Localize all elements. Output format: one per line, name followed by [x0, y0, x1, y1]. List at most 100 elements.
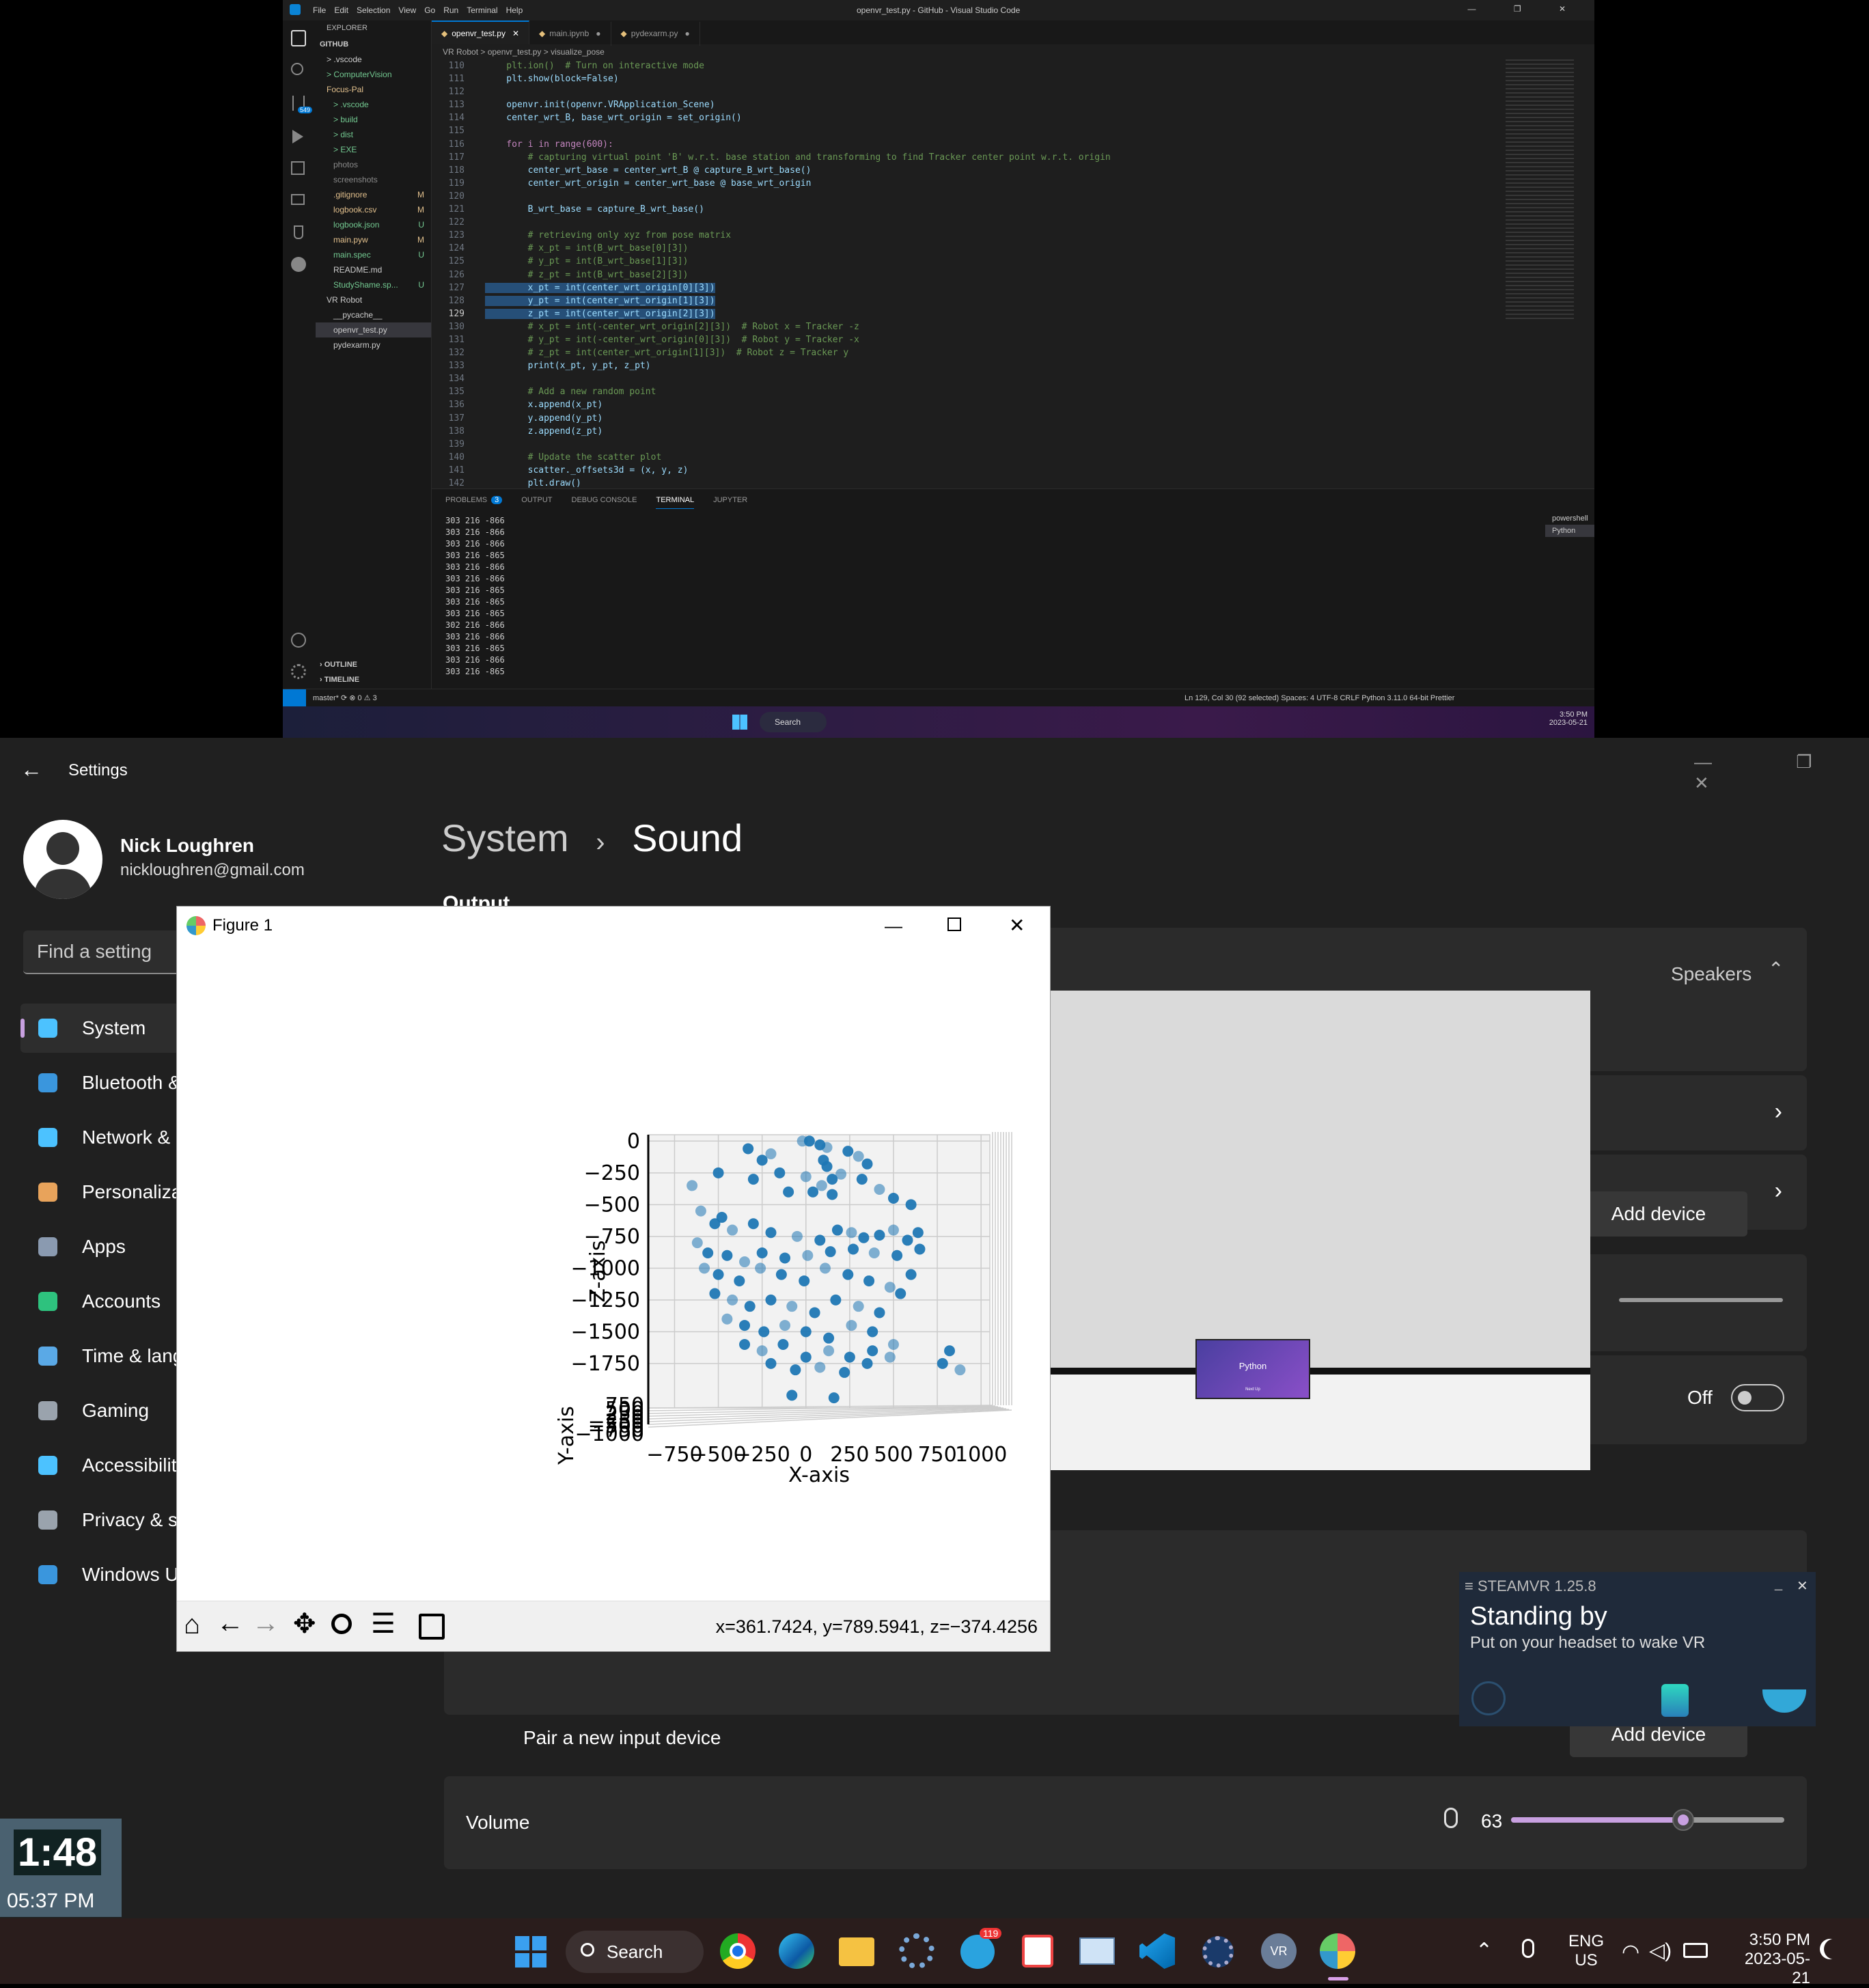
menu-item-view[interactable]: View [398, 5, 416, 15]
terminal-instance[interactable]: Python [1545, 525, 1594, 537]
panel-tab-terminal[interactable]: TERMINAL [656, 496, 695, 509]
tree-item[interactable]: photos [316, 157, 431, 172]
panel-tab-problems[interactable]: PROBLEMS [445, 496, 487, 504]
tree-item[interactable]: VR Robot [316, 292, 431, 307]
tree-item[interactable]: > dist [316, 127, 431, 142]
scatter-3d-plot[interactable]: 0−250−500−750−1000−1250−1500−1750−750−50… [177, 945, 1051, 1601]
code-editor[interactable]: 110 plt.ion() # Turn on interactive mode… [432, 59, 1497, 488]
tree-item[interactable]: main.pyw M [316, 232, 431, 247]
steamvr-minimize-icon[interactable]: _ [1775, 1576, 1782, 1592]
resource-monitor-icon[interactable] [1079, 1937, 1115, 1965]
tree-item[interactable]: > ComputerVision [316, 67, 431, 82]
start-icon[interactable] [515, 1936, 546, 1968]
close-icon[interactable]: ✕ [1009, 907, 1025, 945]
tree-item[interactable]: Focus-Pal [316, 82, 431, 97]
notification-moon-icon[interactable] [1824, 1939, 1844, 1959]
search-icon[interactable] [291, 63, 303, 75]
edge-icon[interactable] [779, 1933, 814, 1969]
menu-item-edit[interactable]: Edit [334, 5, 348, 15]
avatar[interactable] [23, 820, 102, 899]
output-volume-slider-track[interactable] [1619, 1298, 1783, 1302]
vr-dashboard-panel[interactable]: Python Next Up [1195, 1339, 1310, 1399]
python-figure-taskbar-icon[interactable] [1320, 1933, 1355, 1969]
tree-item[interactable]: GITHUB [316, 37, 431, 52]
chevron-up-icon[interactable]: ⌃ [1476, 1939, 1493, 1963]
file-explorer-icon[interactable] [839, 1937, 874, 1966]
breadcrumb-system[interactable]: System [441, 816, 569, 859]
menu-item-run[interactable]: Run [443, 5, 458, 15]
chrome-icon[interactable] [720, 1933, 756, 1969]
tray-clock[interactable]: 3:50 PM 2023-05-21 [1728, 1931, 1810, 1988]
window-controls-icon[interactable]: — ❐ ✕ [1468, 4, 1583, 14]
microphone-tray-icon[interactable] [1522, 1939, 1534, 1958]
gear-app-icon[interactable] [1202, 1936, 1234, 1968]
vscode-icon[interactable] [1139, 1933, 1175, 1969]
tree-item[interactable]: screenshots [316, 172, 431, 187]
remote-indicator-icon[interactable] [283, 689, 306, 707]
vscode-menu-bar[interactable]: File Edit Selection View Go Run Terminal Help [313, 5, 531, 15]
volume-slider-thumb[interactable] [1672, 1809, 1694, 1831]
snipping-tool-icon[interactable] [1022, 1935, 1053, 1968]
extensions-icon[interactable] [291, 161, 305, 175]
tree-item[interactable]: README.md [316, 262, 431, 277]
inner-search-box[interactable]: Search [760, 712, 827, 732]
panel-tab-output[interactable]: OUTPUT [521, 496, 552, 504]
tree-item[interactable]: logbook.json U [316, 217, 431, 232]
forward-icon[interactable]: → [252, 1608, 279, 1639]
tree-item[interactable]: > .vscode [316, 97, 431, 112]
editor-tab[interactable]: ◆ pydexarm.py ● [611, 22, 700, 46]
menu-item-help[interactable]: Help [506, 5, 523, 15]
tree-item[interactable]: __pycache__ [316, 307, 431, 322]
window-controls-icon[interactable]: — ❐ ✕ [1694, 751, 1869, 794]
testing-icon[interactable] [294, 225, 303, 239]
tree-item[interactable]: logbook.csv M [316, 202, 431, 217]
remote-explorer-icon[interactable] [291, 194, 305, 205]
back-arrow-icon[interactable]: ← [20, 757, 42, 782]
outline-section[interactable]: › OUTLINE [320, 657, 361, 672]
battery-icon[interactable] [1683, 1943, 1708, 1958]
menu-item-file[interactable]: File [313, 5, 326, 15]
wifi-icon[interactable]: ◠ [1622, 1940, 1639, 1964]
editor-tab[interactable]: ◆ openvr_test.py ✕ [432, 20, 530, 44]
terminal-output[interactable]: 303 216 -866 303 216 -866 303 216 -866 303 … [445, 515, 505, 678]
tree-item[interactable]: pydexarm.py [316, 337, 431, 353]
inner-start-icon[interactable] [732, 715, 747, 730]
back-icon[interactable]: ← [217, 1608, 244, 1639]
maximize-icon[interactable] [947, 917, 961, 931]
taskbar-search-box[interactable]: Search [566, 1931, 704, 1973]
terminal-instance[interactable]: powershell [1545, 512, 1594, 525]
panel-tab-debug-console[interactable]: DEBUG CONSOLE [572, 496, 637, 504]
toggle-switch[interactable] [1731, 1384, 1784, 1411]
tree-item[interactable]: main.spec U [316, 247, 431, 262]
github-icon[interactable] [291, 257, 306, 272]
menu-item-go[interactable]: Go [424, 5, 435, 15]
add-device-button[interactable]: Add device [1570, 1191, 1747, 1237]
breadcrumb[interactable]: VR Robot > openvr_test.py > visualize_po… [432, 44, 605, 59]
timeline-section[interactable]: › TIMELINE [320, 672, 363, 687]
editor-tab[interactable]: ◆ main.ipynb ● [529, 22, 611, 46]
tree-item[interactable]: > build [316, 112, 431, 127]
manage-gear-icon[interactable] [291, 664, 306, 679]
configure-subplots-icon[interactable]: ☰ [371, 1608, 396, 1640]
steamvr-close-icon[interactable]: ✕ [1797, 1577, 1808, 1594]
panel-tab-jupyter[interactable]: JUPYTER [713, 496, 747, 504]
menu-item-selection[interactable]: Selection [357, 5, 390, 15]
tree-item[interactable]: .gitignore M [316, 187, 431, 202]
home-icon[interactable]: ⌂ [184, 1610, 200, 1640]
tree-item[interactable]: > EXE [316, 142, 431, 157]
run-debug-icon[interactable] [292, 130, 303, 143]
language-indicator[interactable]: ENG US [1568, 1932, 1604, 1970]
tree-item[interactable]: StudyShame.sp... U [316, 277, 431, 292]
save-icon[interactable] [419, 1614, 445, 1640]
explorer-icon[interactable] [291, 30, 306, 46]
steamvr-taskbar-icon[interactable]: VR [1261, 1933, 1297, 1969]
telegram-icon[interactable] [960, 1935, 995, 1969]
chevron-up-icon[interactable]: ⌃ [1768, 958, 1784, 980]
settings-app-icon[interactable] [899, 1933, 934, 1969]
close-tab-icon[interactable]: ✕ [512, 29, 519, 38]
menu-item-terminal[interactable]: Terminal [467, 5, 497, 15]
close-tab-icon[interactable]: ● [596, 29, 600, 38]
zoom-icon[interactable] [331, 1614, 352, 1634]
pan-icon[interactable]: ✥ [293, 1608, 316, 1640]
tree-item[interactable]: openvr_test.py [316, 322, 431, 337]
